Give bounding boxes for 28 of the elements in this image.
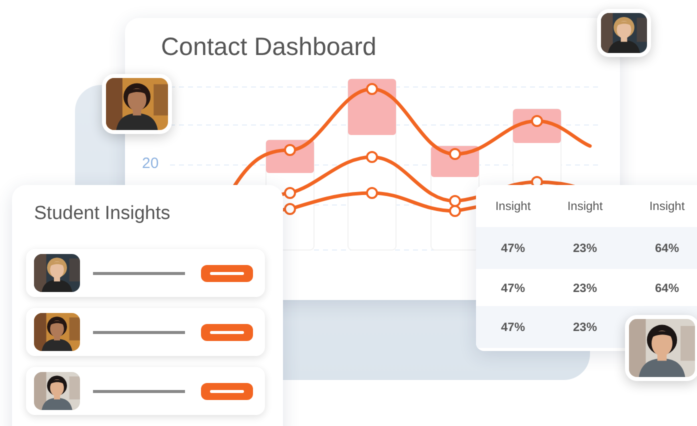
student-row[interactable] [26, 308, 265, 356]
table-cell-text: 47% [500, 241, 526, 255]
axis-label: 20 [142, 155, 159, 172]
column-header: Insight [494, 199, 532, 213]
table-cell-text: 47% [500, 280, 526, 294]
chart-point [366, 83, 378, 95]
table-cell-text: 23% [572, 280, 598, 294]
card-title: Student Insights [34, 203, 172, 225]
column-header: Insight [566, 199, 604, 213]
table-cell-text: 23% [572, 320, 598, 334]
table-cell-text: 47% [500, 320, 526, 334]
chart-point [449, 148, 461, 160]
chart-point [284, 144, 296, 156]
status-pill [201, 264, 253, 282]
column-header: Insight [648, 199, 686, 213]
table-cell-text: 23% [572, 241, 598, 255]
chart-point [449, 205, 461, 217]
table-cell-text: 64% [654, 241, 680, 255]
student-row[interactable] [26, 249, 265, 297]
status-pill [201, 324, 253, 340]
chart-point [449, 195, 461, 207]
dashboard-title: Contact Dashboard [161, 33, 376, 62]
chart-point [366, 187, 378, 199]
table-cell-text: 64% [654, 280, 680, 294]
chart-point [531, 115, 543, 127]
status-pill [201, 382, 253, 400]
chart-point [366, 151, 378, 163]
chart-point [284, 187, 296, 199]
